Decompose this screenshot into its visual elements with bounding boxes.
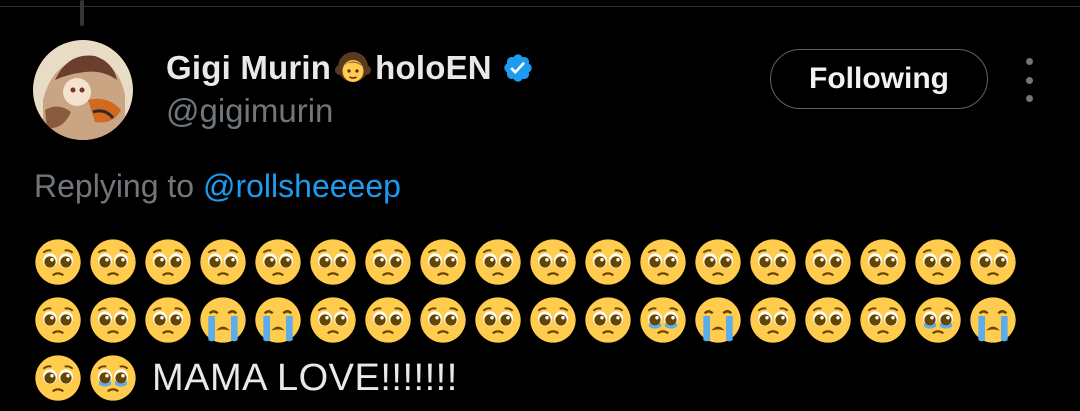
tweet-view: Gigi Murin holoEN @gigimurin Following R…	[0, 0, 1080, 411]
pleading-face-emoji-icon	[90, 297, 136, 343]
dot	[1025, 95, 1033, 102]
dot	[1025, 76, 1033, 84]
pleading-face-emoji-icon	[365, 297, 411, 343]
pleading-face-emoji-icon	[530, 297, 576, 343]
pleading-face-emoji-icon	[35, 355, 81, 401]
author-handle[interactable]: @gigimurin	[166, 92, 333, 130]
crying-face-emoji-icon	[255, 297, 301, 343]
replying-to-line: Replying to @rollsheeeep	[34, 168, 401, 205]
holding-tears-face-emoji-icon	[640, 297, 686, 343]
reply-mention-link[interactable]: @rollsheeeep	[203, 168, 401, 204]
pleading-face-emoji-icon	[585, 297, 631, 343]
following-button[interactable]: Following	[770, 49, 988, 109]
crying-face-emoji-icon	[970, 297, 1016, 343]
girl-emoji-icon	[335, 52, 372, 82]
avatar[interactable]	[33, 40, 133, 140]
pleading-face-emoji-icon	[860, 239, 906, 285]
pleading-face-emoji-icon	[145, 297, 191, 343]
pleading-face-emoji-icon	[475, 239, 521, 285]
pleading-face-emoji-icon	[35, 297, 81, 343]
emoji-row-2	[34, 296, 1017, 344]
author-name-suffix[interactable]: holoEN	[375, 49, 492, 87]
dot	[1025, 58, 1033, 65]
pleading-face-emoji-icon	[915, 239, 961, 285]
tweet-text: MAMA LOVE!!!!!!!	[152, 356, 458, 399]
holding-tears-face-emoji-icon	[915, 297, 961, 343]
emoji-row-1	[34, 238, 1017, 286]
author-display-name[interactable]: Gigi Murin	[166, 49, 331, 87]
holding-tears-face-emoji-icon	[90, 355, 136, 401]
pleading-face-emoji-icon	[805, 297, 851, 343]
thread-connector-line	[80, 0, 84, 26]
pleading-face-emoji-icon	[750, 239, 796, 285]
pleading-face-emoji-icon	[860, 297, 906, 343]
pleading-face-emoji-icon	[640, 239, 686, 285]
pleading-face-emoji-icon	[805, 239, 851, 285]
pleading-face-emoji-icon	[255, 239, 301, 285]
pleading-face-emoji-icon	[310, 297, 356, 343]
pleading-face-emoji-icon	[585, 239, 631, 285]
pleading-face-emoji-icon	[365, 239, 411, 285]
avatar-image	[33, 40, 133, 140]
pleading-face-emoji-icon	[530, 239, 576, 285]
author-name-row[interactable]: Gigi Murin holoEN	[166, 46, 534, 90]
verified-badge-icon[interactable]	[502, 52, 534, 84]
pleading-face-emoji-icon	[970, 239, 1016, 285]
divider	[0, 6, 1080, 7]
pleading-face-emoji-icon	[750, 297, 796, 343]
pleading-face-emoji-icon	[310, 239, 356, 285]
crying-face-emoji-icon	[200, 297, 246, 343]
emoji-row-3: MAMA LOVE!!!!!!!	[34, 354, 458, 402]
pleading-face-emoji-icon	[420, 297, 466, 343]
pleading-face-emoji-icon	[145, 239, 191, 285]
more-dots-icon[interactable]	[1012, 58, 1046, 102]
pleading-face-emoji-icon	[90, 239, 136, 285]
crying-face-emoji-icon	[695, 297, 741, 343]
pleading-face-emoji-icon	[475, 297, 521, 343]
pleading-face-emoji-icon	[35, 239, 81, 285]
pleading-face-emoji-icon	[420, 239, 466, 285]
replying-to-label: Replying to	[34, 168, 195, 204]
pleading-face-emoji-icon	[695, 239, 741, 285]
pleading-face-emoji-icon	[200, 239, 246, 285]
